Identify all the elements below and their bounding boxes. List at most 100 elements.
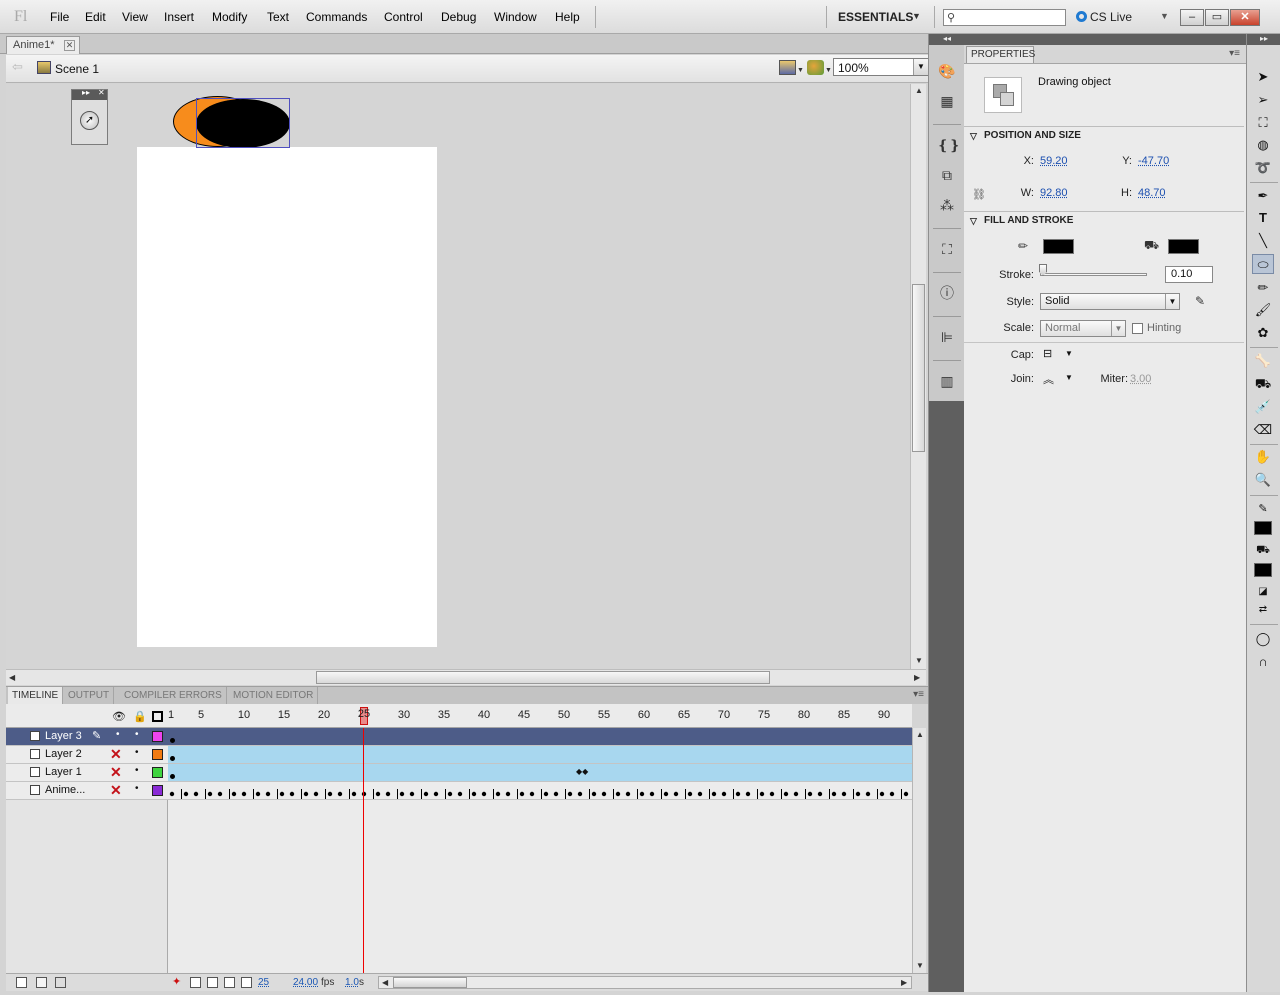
keyframe-dot[interactable] — [615, 791, 621, 797]
subselection-tool-icon[interactable]: ➢ — [1252, 90, 1274, 110]
keyframe-dot[interactable] — [337, 791, 343, 797]
search-input[interactable]: ⚲ — [943, 9, 1066, 26]
chevron-down-icon[interactable]: ▼ — [1111, 321, 1125, 336]
frame-row[interactable]: ◆◆ — [168, 764, 912, 782]
scroll-right-icon[interactable]: ▶ — [901, 978, 907, 987]
restore-button[interactable]: ▭ — [1205, 9, 1229, 26]
scrollbar-thumb[interactable] — [316, 671, 770, 684]
tab-properties[interactable]: PROPERTIES — [966, 46, 1035, 63]
keyframe-dot[interactable] — [385, 791, 391, 797]
workspace-switcher[interactable]: ESSENTIALS — [838, 10, 913, 24]
frame-row[interactable] — [168, 746, 912, 764]
scroll-left-icon[interactable]: ◀ — [382, 978, 388, 987]
close-icon[interactable]: ✕ — [64, 40, 75, 51]
keyframe-marker[interactable]: ◆◆ — [576, 767, 588, 776]
tab-timeline[interactable]: TIMELINE — [8, 687, 64, 704]
visibility-dot[interactable]: • — [116, 729, 120, 740]
frame-row[interactable] — [168, 782, 912, 800]
cs-live-button[interactable]: CS Live — [1076, 10, 1132, 24]
chevron-down-icon[interactable]: ▼ — [912, 11, 921, 21]
object-drawing-icon[interactable]: ◯ — [1252, 629, 1274, 649]
keyframe[interactable] — [170, 774, 175, 779]
pen-tool-icon[interactable]: ✒ — [1252, 186, 1274, 206]
lock-proportions-icon[interactable]: ⛓ — [972, 188, 986, 201]
layer-color-swatch[interactable] — [152, 749, 163, 760]
scroll-right-icon[interactable]: ▶ — [914, 673, 920, 682]
stage-vertical-scrollbar[interactable]: ▲ ▼ — [910, 84, 926, 669]
lock-icon[interactable]: 🔒 — [133, 710, 147, 723]
snap-magnet-icon[interactable]: ∩ — [1252, 652, 1274, 672]
y-value[interactable]: -47.70 — [1138, 155, 1169, 167]
keyframe-dot[interactable] — [313, 791, 319, 797]
scroll-down-icon[interactable]: ▼ — [916, 961, 924, 970]
free-transform-tool-icon[interactable]: ⛶ — [1252, 113, 1274, 133]
keyframe-dot[interactable] — [241, 791, 247, 797]
lock-dot[interactable]: • — [135, 765, 139, 776]
motion-presets-icon[interactable]: ⁂ — [937, 196, 957, 214]
layer-name[interactable]: Anime... — [45, 784, 85, 796]
fps-value[interactable]: 24.00 — [293, 977, 318, 988]
chevron-down-icon[interactable]: ▼ — [1065, 373, 1073, 382]
keyframe-dot[interactable] — [649, 791, 655, 797]
keyframe-dot[interactable] — [375, 791, 381, 797]
panel-menu-icon[interactable]: ▾≡ — [913, 689, 924, 700]
keyframe-dot[interactable] — [433, 791, 439, 797]
keyframe-dot[interactable] — [255, 791, 261, 797]
keyframe-dot[interactable] — [169, 791, 175, 797]
keyframe-dot[interactable] — [903, 791, 909, 797]
transform-icon[interactable]: ⛶ — [937, 240, 957, 258]
layer-color-swatch[interactable] — [152, 731, 163, 742]
scale-select[interactable]: Normal ▼ — [1040, 320, 1126, 337]
swatches-icon[interactable]: ▦ — [937, 92, 957, 110]
keyframe-dot[interactable] — [505, 791, 511, 797]
keyframe-dot[interactable] — [553, 791, 559, 797]
chevron-down-icon[interactable]: ▼ — [1065, 349, 1073, 358]
keyframe-dot[interactable] — [663, 791, 669, 797]
scroll-up-icon[interactable]: ▲ — [916, 730, 924, 739]
keyframe-dot[interactable] — [183, 791, 189, 797]
black-white-icon[interactable]: ◪ — [1252, 582, 1274, 602]
menu-window[interactable]: Window — [494, 10, 537, 24]
keyframe-dot[interactable] — [495, 791, 501, 797]
scroll-down-icon[interactable]: ▼ — [915, 656, 923, 665]
eraser-tool-icon[interactable]: ⌫ — [1252, 420, 1274, 440]
keyframe-dot[interactable] — [207, 791, 213, 797]
menu-view[interactable]: View — [122, 10, 148, 24]
timeline-vertical-scrollbar[interactable]: ▲ ▼ — [912, 728, 926, 973]
fill-color-swatch[interactable] — [1168, 239, 1199, 254]
new-layer-icon[interactable] — [16, 977, 27, 988]
section-fill-stroke[interactable]: ▽ FILL AND STROKE — [964, 211, 1244, 229]
keyframe-dot[interactable] — [409, 791, 415, 797]
collapse-icon[interactable]: ◂◂ — [929, 34, 965, 45]
tab-compiler-errors[interactable]: COMPILER ERRORS — [120, 687, 227, 704]
keyframe-dot[interactable] — [841, 791, 847, 797]
style-select[interactable]: Solid ▼ — [1040, 293, 1180, 310]
x-value[interactable]: 59.20 — [1040, 155, 1068, 167]
expand-icon[interactable]: ▸▸ — [82, 88, 90, 97]
keyframe-dot[interactable] — [639, 791, 645, 797]
menu-text[interactable]: Text — [267, 10, 289, 24]
swap-colors-icon[interactable]: ⇄ — [1252, 600, 1274, 620]
edit-multiple-frames-icon[interactable] — [224, 977, 235, 988]
keyframe-dot[interactable] — [807, 791, 813, 797]
chevron-down-icon[interactable]: ▽ — [970, 127, 977, 145]
brush-tool-icon[interactable]: 🖌 — [1252, 300, 1274, 320]
keyframe-dot[interactable] — [759, 791, 765, 797]
keyframe-dot[interactable] — [601, 791, 607, 797]
keyframe-dot[interactable] — [769, 791, 775, 797]
section-position-size[interactable]: ▽ POSITION AND SIZE — [964, 126, 1244, 144]
lock-dot[interactable]: • — [135, 747, 139, 758]
center-frame-icon[interactable]: ✦ — [172, 975, 181, 988]
keyframe-dot[interactable] — [783, 791, 789, 797]
keyframe-dot[interactable] — [351, 791, 357, 797]
stage-horizontal-scrollbar[interactable]: ◀ ▶ — [6, 669, 926, 685]
hidden-x-icon[interactable]: ✕ — [110, 764, 122, 781]
tab-output[interactable]: OUTPUT — [64, 687, 115, 704]
close-icon[interactable]: ✕ — [98, 88, 105, 97]
layer-color-swatch[interactable] — [152, 785, 163, 796]
menu-debug[interactable]: Debug — [441, 10, 476, 24]
floating-panel-titlebar[interactable]: ▸▸ ✕ — [72, 88, 107, 100]
edit-scene-icon[interactable] — [779, 60, 796, 75]
menu-insert[interactable]: Insert — [164, 10, 194, 24]
stroke-color-swatch[interactable] — [1043, 239, 1074, 254]
